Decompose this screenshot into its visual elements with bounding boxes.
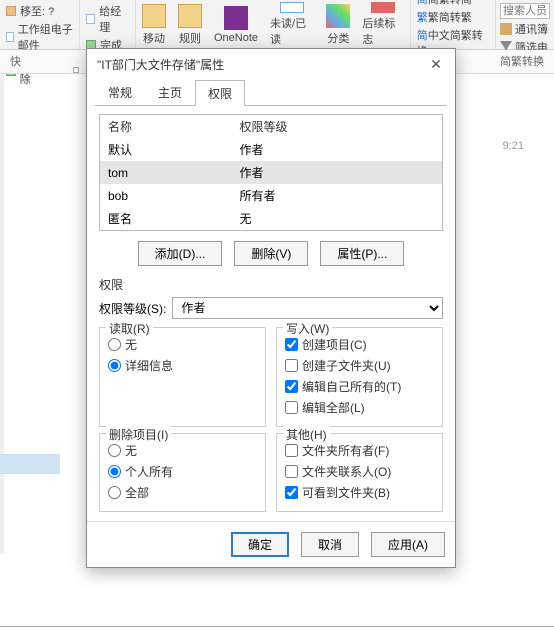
create-items-check[interactable]: 创建项目(C)	[285, 334, 434, 355]
tab-permissions[interactable]: 权限	[195, 80, 245, 106]
dialog-body: 名称 权限等级 默认作者 tom作者 bob所有者 匿名无 添加(D)... 删…	[87, 106, 455, 521]
delete-fieldset: 删除项目(I) 无 个人所有 全部	[99, 433, 266, 512]
categorize-icon	[326, 4, 350, 28]
ribbon-quicksteps2: 给经理 完成 新建	[80, 0, 136, 49]
addressbook-icon	[500, 23, 512, 35]
dialog-tabs: 常规 主页 权限	[87, 79, 455, 105]
apply-button[interactable]: 应用(A)	[371, 532, 445, 557]
delete-none-radio[interactable]: 无	[108, 440, 257, 461]
onenote-icon	[224, 6, 248, 30]
ribbon-main: 移动 规则 OneNote 未读/已读 分类 后续标志 简简繁转简 繁繁简转繁 …	[136, 0, 554, 49]
tab-general[interactable]: 常规	[95, 79, 145, 105]
write-fieldset: 写入(W) 创建项目(C) 创建子文件夹(U) 编辑自己所有的(T) 编辑全部(…	[276, 327, 443, 427]
quick-label: 快	[10, 56, 21, 68]
tomanager-button[interactable]: 给经理	[82, 2, 133, 36]
permission-level-select[interactable]: 作者	[172, 297, 443, 319]
ok-button[interactable]: 确定	[231, 532, 289, 557]
folder-owner-check[interactable]: 文件夹所有者(F)	[285, 440, 434, 461]
onenote-button[interactable]: OneNote	[208, 0, 264, 49]
folder-contact-check[interactable]: 文件夹联系人(O)	[285, 461, 434, 482]
workgroupmail-button[interactable]: 工作组电子邮件	[2, 20, 77, 54]
col-name: 名称	[100, 115, 232, 138]
table-row[interactable]: tom作者	[100, 161, 442, 184]
level-label: 权限等级(S):	[99, 300, 166, 317]
read-none-radio[interactable]: 无	[108, 334, 257, 355]
table-row[interactable]: bob所有者	[100, 184, 442, 207]
bg-selection	[0, 454, 60, 474]
table-row[interactable]: 默认作者	[100, 138, 442, 161]
tab-home[interactable]: 主页	[145, 79, 195, 105]
read-legend: 读取(R)	[106, 320, 153, 337]
folder-move-icon	[142, 4, 166, 28]
envelope-icon	[280, 2, 304, 13]
moveto-button[interactable]: 移至: ?	[2, 2, 77, 20]
unreadread-button[interactable]: 未读/已读	[264, 0, 320, 49]
simp-to-trad-button[interactable]: 简简繁转简	[415, 0, 491, 8]
delete-own-radio[interactable]: 个人所有	[108, 461, 257, 482]
add-button[interactable]: 添加(D)...	[138, 241, 223, 266]
addressbook-button[interactable]: 通讯簿	[500, 20, 550, 38]
ribbon-search-group: 通讯簿 筛选电	[495, 0, 554, 49]
move-button[interactable]: 移动	[136, 0, 172, 49]
rules-icon	[178, 4, 202, 28]
close-icon: ✕	[430, 56, 442, 73]
dialog-titlebar: "IT部门大文件存储"属性 ✕	[87, 49, 455, 79]
close-button[interactable]: ✕	[427, 55, 445, 73]
permissions-section-label: 权限	[99, 276, 443, 293]
flag-icon	[371, 2, 395, 13]
categorize-button[interactable]: 分类	[320, 0, 356, 49]
dialog-footer: 确定 取消 应用(A)	[87, 521, 455, 567]
table-row[interactable]: 匿名无	[100, 207, 442, 230]
list-buttons: 添加(D)... 删除(V) 属性(P)...	[99, 241, 443, 266]
rules-button[interactable]: 规则	[172, 0, 208, 49]
delete-legend: 删除项目(I)	[106, 426, 171, 443]
ribbon: 移至: ? 工作组电子邮件 答复和删除 给经理 完成 新建 移动 规则 OneN…	[0, 0, 554, 50]
edit-own-check[interactable]: 编辑自己所有的(T)	[285, 376, 434, 397]
properties-button[interactable]: 属性(P)...	[320, 241, 404, 266]
followup-button[interactable]: 后续标志	[356, 0, 409, 49]
cancel-button[interactable]: 取消	[301, 532, 359, 557]
permission-level-row: 权限等级(S): 作者	[99, 297, 443, 319]
remove-button[interactable]: 删除(V)	[234, 241, 308, 266]
trad-to-simp-button[interactable]: 繁繁简转繁	[415, 8, 491, 26]
dialog-title-text: "IT部门大文件存储"属性	[97, 56, 224, 73]
col-level: 权限等级	[232, 115, 442, 138]
expand-dot-icon[interactable]	[73, 67, 79, 73]
read-details-radio[interactable]: 详细信息	[108, 355, 257, 376]
create-subfolders-check[interactable]: 创建子文件夹(U)	[285, 355, 434, 376]
edit-all-check[interactable]: 编辑全部(L)	[285, 397, 434, 418]
ribbon-quicksteps: 移至: ? 工作组电子邮件 答复和删除	[0, 0, 80, 49]
permissions-header: 名称 权限等级	[100, 115, 442, 138]
write-legend: 写入(W)	[283, 320, 332, 337]
read-fieldset: 读取(R) 无 详细信息	[99, 327, 266, 427]
ribbon-convert-group: 简简繁转简 繁繁简转繁 简中文简繁转换	[410, 0, 495, 49]
folder-visible-check[interactable]: 可看到文件夹(B)	[285, 482, 434, 503]
other-legend: 其他(H)	[283, 426, 330, 443]
delete-all-radio[interactable]: 全部	[108, 482, 257, 503]
bg-leftbar	[0, 74, 4, 554]
cn-convert-label: 简繁转换	[500, 53, 544, 69]
properties-dialog: "IT部门大文件存储"属性 ✕ 常规 主页 权限 名称 权限等级 默认作者 to…	[86, 48, 456, 568]
permissions-list[interactable]: 名称 权限等级 默认作者 tom作者 bob所有者 匿名无	[99, 114, 443, 231]
bg-time: 9:21	[503, 140, 524, 152]
search-people-input[interactable]	[500, 3, 550, 19]
other-fieldset: 其他(H) 文件夹所有者(F) 文件夹联系人(O) 可看到文件夹(B)	[276, 433, 443, 512]
